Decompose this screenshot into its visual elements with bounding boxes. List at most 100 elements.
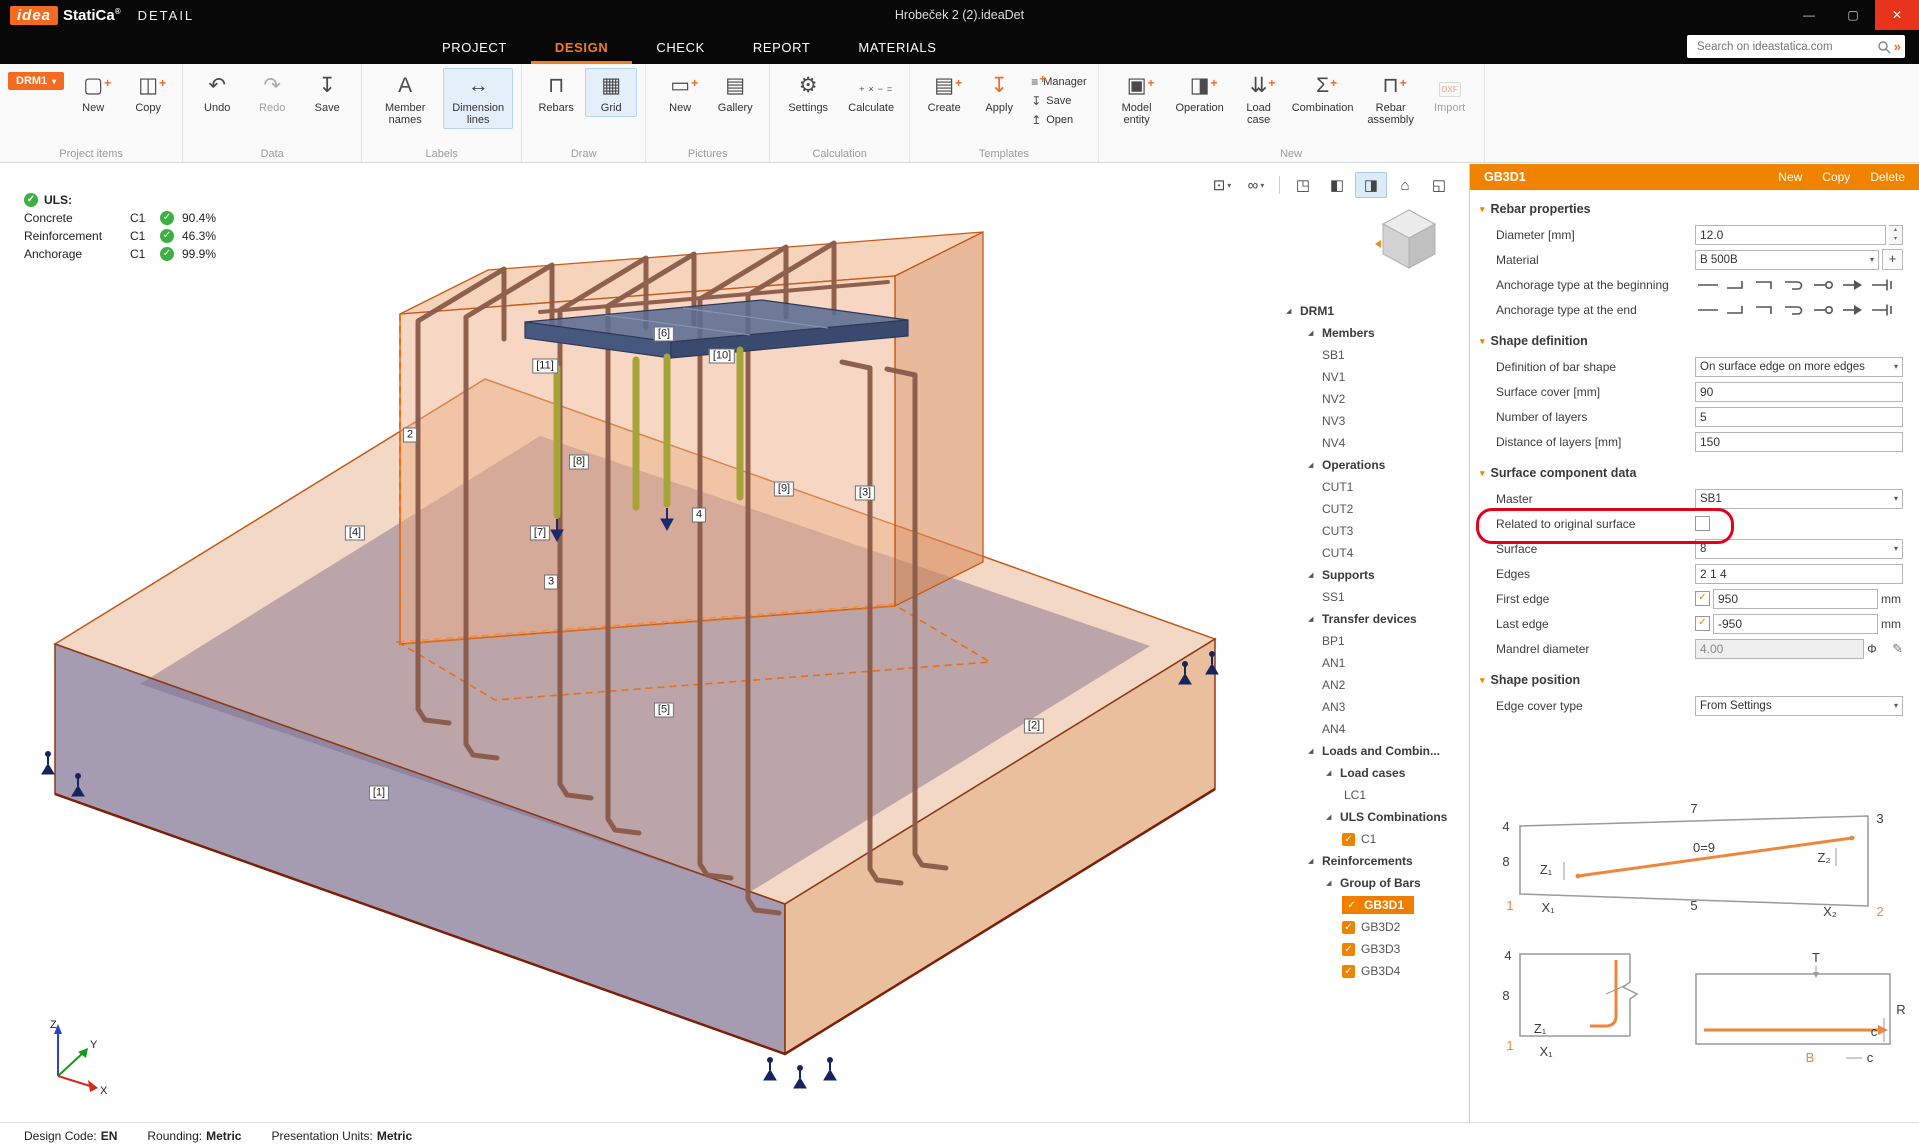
anchorage-straight-icon[interactable] xyxy=(1695,301,1721,319)
edge-cover-type-select[interactable]: From Settings▾ xyxy=(1695,696,1903,716)
surface-cover-input[interactable] xyxy=(1695,382,1903,402)
number-of-layers-input[interactable] xyxy=(1695,407,1903,427)
anchorage-hook-up-icon[interactable] xyxy=(1724,276,1750,294)
template-open-button[interactable]: ↥Open xyxy=(1028,112,1089,128)
tree-item-c1[interactable]: ✓C1 xyxy=(1286,828,1466,850)
anchorage-plate-icon[interactable] xyxy=(1869,276,1895,294)
zoom-fit-button[interactable]: ◱ xyxy=(1423,172,1455,198)
checkbox-icon[interactable]: ✓ xyxy=(1342,965,1355,978)
tree-item-ss1[interactable]: SS1 xyxy=(1286,586,1466,608)
tab-project[interactable]: PROJECT xyxy=(418,30,531,64)
anchorage-u-bend-icon[interactable] xyxy=(1782,276,1808,294)
tab-report[interactable]: REPORT xyxy=(729,30,835,64)
view-solid-button[interactable]: ◧ xyxy=(1321,172,1353,198)
tree-item-supports[interactable]: ◢Supports xyxy=(1286,564,1466,586)
tree-item-cut3[interactable]: CUT3 xyxy=(1286,520,1466,542)
view-wireframe-button[interactable]: ◳ xyxy=(1287,172,1319,198)
mandrel-diameter-input[interactable] xyxy=(1695,639,1864,659)
drm1-dropdown[interactable]: DRM1▾ xyxy=(8,72,64,90)
picture-new-button[interactable]: ▭+New xyxy=(654,68,706,117)
tree-item-gb3d4[interactable]: ✓GB3D4 xyxy=(1286,960,1466,982)
expander-icon[interactable]: ◢ xyxy=(1326,813,1340,821)
3d-scene[interactable] xyxy=(0,164,1469,1122)
related-surface-checkbox[interactable] xyxy=(1695,516,1710,531)
maximize-button[interactable]: ▢ xyxy=(1831,0,1875,30)
operation-button[interactable]: ◨+Operation xyxy=(1170,68,1230,117)
expander-icon[interactable]: ◢ xyxy=(1308,329,1322,337)
tree-item-lc1[interactable]: LC1 xyxy=(1286,784,1466,806)
checkbox-icon[interactable]: ✓ xyxy=(1342,943,1355,956)
save-button[interactable]: ↧Save xyxy=(301,68,353,117)
tab-materials[interactable]: MATERIALS xyxy=(834,30,960,64)
tree-item-reinforcements[interactable]: ◢Reinforcements xyxy=(1286,850,1466,872)
grid-button[interactable]: ▦Grid xyxy=(585,68,637,117)
expander-icon[interactable]: ◢ xyxy=(1308,615,1322,623)
tree-item-gb3d3[interactable]: ✓GB3D3 xyxy=(1286,938,1466,960)
expander-icon[interactable]: ◢ xyxy=(1326,769,1340,777)
edit-pencil-icon[interactable]: ✎ xyxy=(1892,641,1903,657)
search-input[interactable] xyxy=(1695,40,1877,54)
tree-item-operations[interactable]: ◢Operations xyxy=(1286,454,1466,476)
section-rebar-properties[interactable]: ▾Rebar properties xyxy=(1470,196,1919,222)
undo-button[interactable]: ↶Undo xyxy=(191,68,243,117)
tree-item-transfer-devices[interactable]: ◢Transfer devices xyxy=(1286,608,1466,630)
home-view-button[interactable]: ⌂ xyxy=(1389,172,1421,198)
gallery-button[interactable]: ▤Gallery xyxy=(709,68,761,117)
dimension-lines-button[interactable]: ↔Dimension lines xyxy=(443,68,513,129)
clipping-box-button[interactable]: ⊡▾ xyxy=(1206,172,1238,198)
tree-item-an2[interactable]: AN2 xyxy=(1286,674,1466,696)
model-entity-button[interactable]: ▣+Model entity xyxy=(1107,68,1167,129)
diameter-input[interactable] xyxy=(1695,225,1886,245)
anchorage-plate-icon[interactable] xyxy=(1869,301,1895,319)
navigation-cube[interactable] xyxy=(1373,204,1445,276)
tree-item-gb3d2[interactable]: ✓GB3D2 xyxy=(1286,916,1466,938)
bar-shape-select[interactable]: On surface edge on more edges▾ xyxy=(1695,357,1903,377)
section-shape-position[interactable]: ▾Shape position xyxy=(1470,667,1919,693)
tree-item-bp1[interactable]: BP1 xyxy=(1286,630,1466,652)
cube-rotate-arrow-icon[interactable] xyxy=(1375,240,1381,248)
tree-item-an3[interactable]: AN3 xyxy=(1286,696,1466,718)
rebars-button[interactable]: ⊓Rebars xyxy=(530,68,582,117)
anchorage-hook-down-icon[interactable] xyxy=(1753,301,1779,319)
expander-icon[interactable]: ◢ xyxy=(1286,307,1300,315)
expander-icon[interactable]: ◢ xyxy=(1308,461,1322,469)
property-new-button[interactable]: New xyxy=(1778,170,1802,184)
anchorage-hook-up-icon[interactable] xyxy=(1724,301,1750,319)
template-save-button[interactable]: ↧Save xyxy=(1028,93,1089,109)
settings-button[interactable]: ⚙Settings xyxy=(778,68,838,117)
redo-button[interactable]: ↷Redo xyxy=(246,68,298,117)
minimize-button[interactable]: — xyxy=(1787,0,1831,30)
tree-item-nv1[interactable]: NV1 xyxy=(1286,366,1466,388)
rebar-assembly-button[interactable]: ⊓+Rebar assembly xyxy=(1361,68,1421,129)
tree-item-load-cases[interactable]: ◢Load cases xyxy=(1286,762,1466,784)
tree-item-sb1[interactable]: SB1 xyxy=(1286,344,1466,366)
tree-item-group-of-bars[interactable]: ◢Group of Bars xyxy=(1286,872,1466,894)
template-manager-button[interactable]: ≡+Manager xyxy=(1028,74,1089,90)
copy-item-button[interactable]: ◫+Copy xyxy=(122,68,174,117)
anchorage-loop-icon[interactable] xyxy=(1811,276,1837,294)
search-box[interactable]: » xyxy=(1687,35,1905,58)
view-transparent-button[interactable]: ◨ xyxy=(1355,172,1387,198)
load-case-button[interactable]: ⇊+Load case xyxy=(1233,68,1285,129)
new-item-button[interactable]: ▢+New xyxy=(67,68,119,117)
combination-button[interactable]: Σ+Combination xyxy=(1288,68,1358,117)
tree-item-an1[interactable]: AN1 xyxy=(1286,652,1466,674)
expander-icon[interactable]: ◢ xyxy=(1308,571,1322,579)
spinner-control[interactable]: ▴▾ xyxy=(1889,225,1903,245)
expander-icon[interactable]: ◢ xyxy=(1326,879,1340,887)
viewport[interactable]: [1] [2] [3] [4] [5] [6] [7] [8] [9] [10]… xyxy=(0,164,1469,1122)
tree-item-cut4[interactable]: CUT4 xyxy=(1286,542,1466,564)
tree-item-cut2[interactable]: CUT2 xyxy=(1286,498,1466,520)
tree-item-uls-combinations[interactable]: ◢ULS Combinations xyxy=(1286,806,1466,828)
anchorage-straight-icon[interactable] xyxy=(1695,276,1721,294)
checkbox-icon[interactable]: ✓ xyxy=(1342,921,1355,934)
checkbox-icon[interactable]: ✓ xyxy=(1342,833,1355,846)
section-shape-definition[interactable]: ▾Shape definition xyxy=(1470,328,1919,354)
tree-item-nv4[interactable]: NV4 xyxy=(1286,432,1466,454)
member-names-button[interactable]: AMember names xyxy=(370,68,440,129)
dxf-import-button[interactable]: DXFImport xyxy=(1424,68,1476,117)
tree-item-loads[interactable]: ◢Loads and Combin... xyxy=(1286,740,1466,762)
template-apply-button[interactable]: ↧Apply xyxy=(973,68,1025,117)
last-edge-checkbox[interactable]: ✓ xyxy=(1695,616,1710,631)
link-views-button[interactable]: ∞▾ xyxy=(1240,172,1272,198)
